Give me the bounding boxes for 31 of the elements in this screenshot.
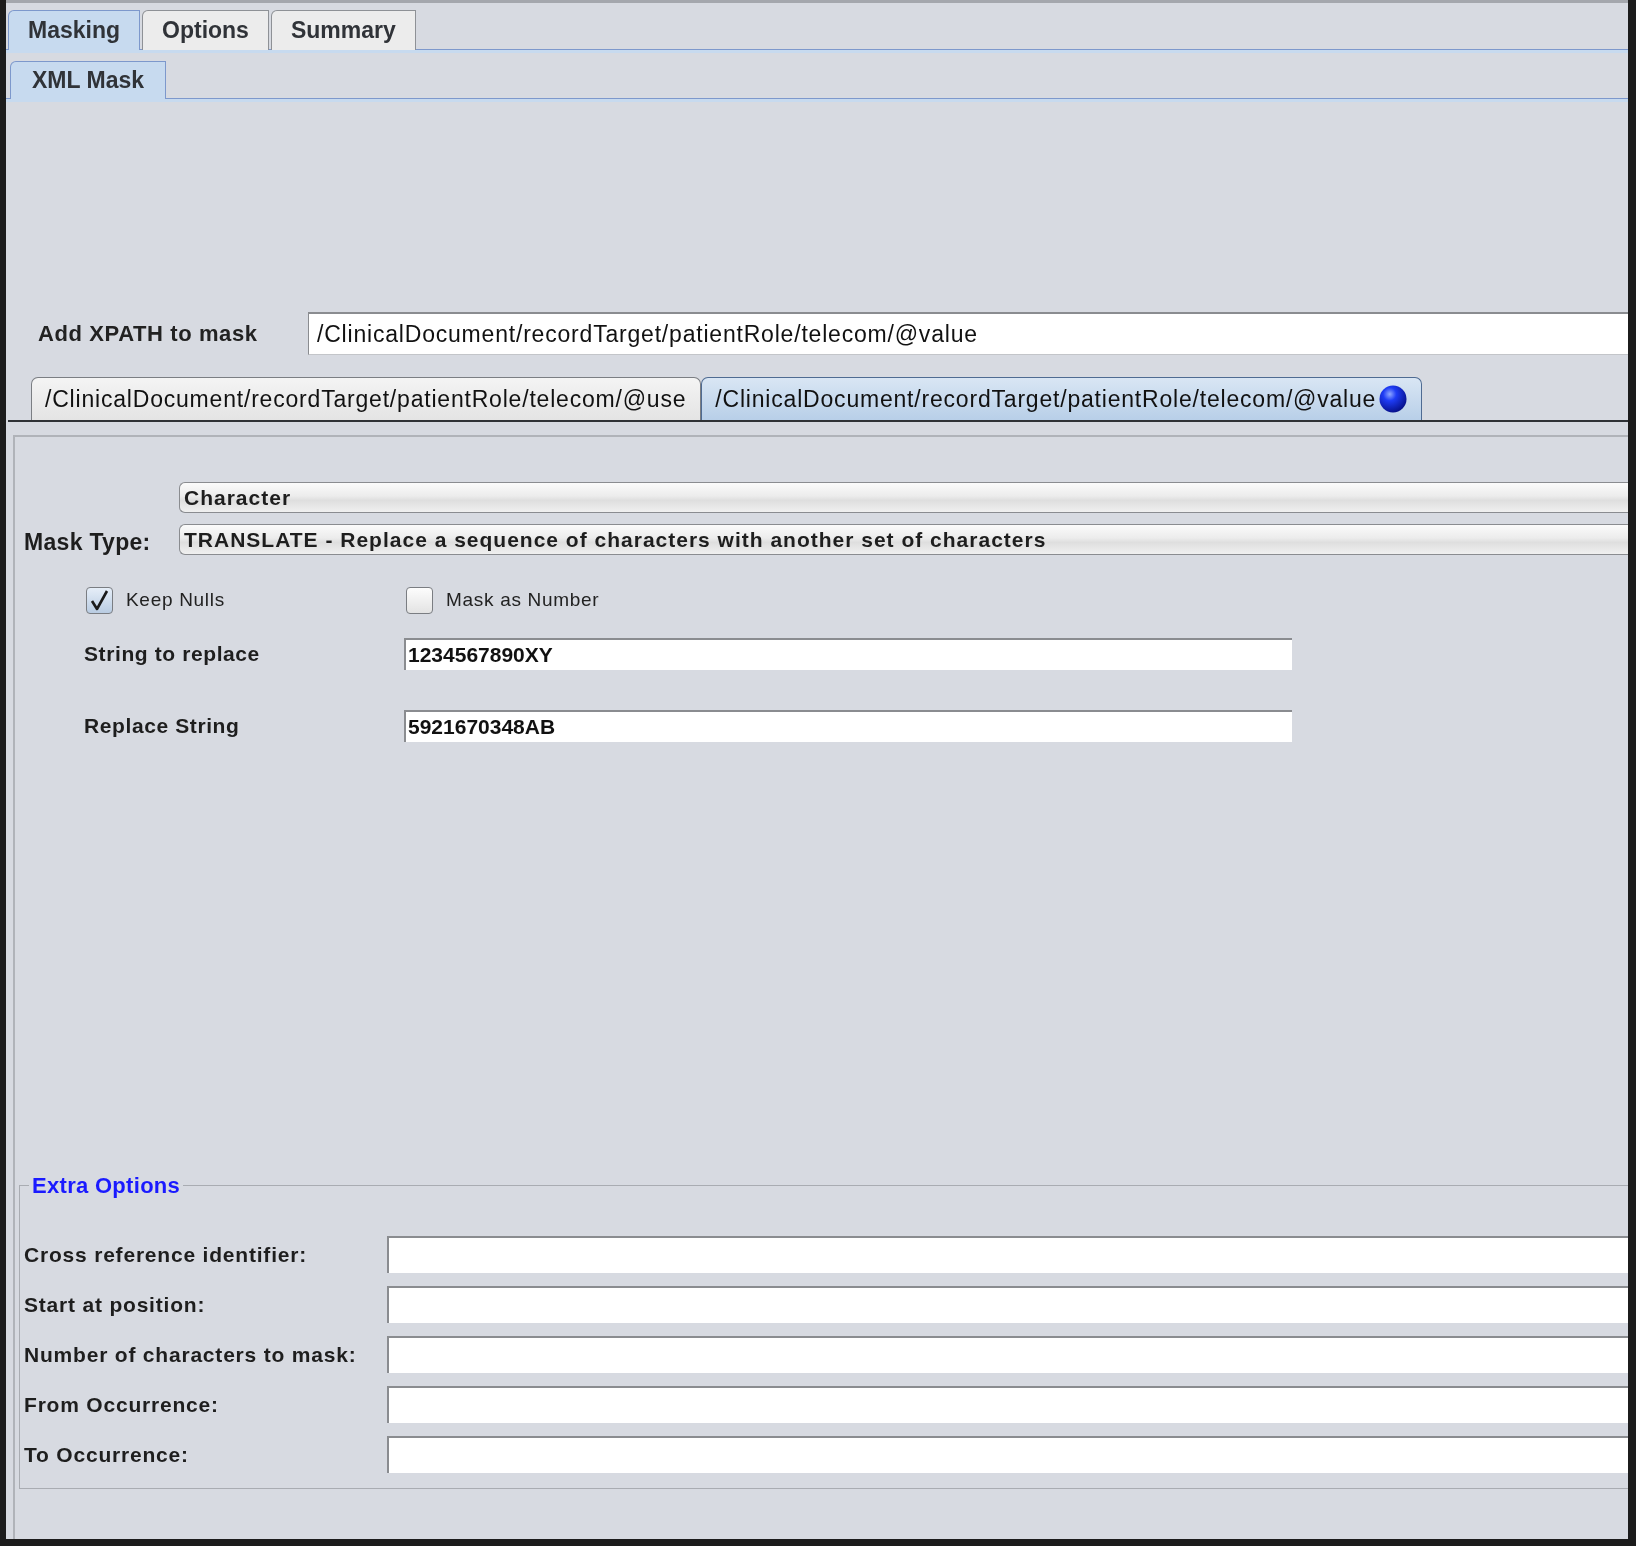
dropdown[interactable]: Character <box>179 482 1628 513</box>
tab[interactable]: Summary <box>270 10 416 50</box>
dropdown[interactable]: TRANSLATE - Replace a sequence of characters with another set of characters <box>179 524 1628 555</box>
checkbox[interactable] <box>86 586 113 614</box>
input-field[interactable]: 5921670348AB <box>404 709 1292 742</box>
field-label: String to replace <box>83 640 261 667</box>
field-label: From Occurrence: <box>24 1391 220 1418</box>
tab[interactable]: XML Mask <box>10 61 167 99</box>
tab[interactable]: Options <box>142 10 269 50</box>
field-label: Add XPATH to mask <box>37 320 259 348</box>
field-label: Replace String <box>83 712 241 739</box>
checkmark-icon <box>90 589 109 611</box>
field-label: Start at position: <box>24 1291 207 1318</box>
input-field[interactable] <box>387 1386 1628 1423</box>
tab[interactable]: /ClinicalDocument/recordTarget/patientRole/telecom/@use <box>31 377 702 420</box>
checkbox-label: Keep Nulls <box>126 588 225 612</box>
checkbox[interactable] <box>406 586 433 614</box>
tab[interactable]: /ClinicalDocument/recordTarget/patientRole/telecom/@value <box>701 377 1423 420</box>
input-field[interactable] <box>387 1436 1628 1473</box>
field-label: Mask Type: <box>23 529 152 555</box>
input-field[interactable]: /ClinicalDocument/recordTarget/patientRole/telecom/@value <box>308 312 1628 355</box>
tab[interactable]: Masking <box>8 10 141 50</box>
input-field[interactable] <box>387 1236 1628 1273</box>
input-field[interactable]: 1234567890XY <box>404 637 1292 670</box>
group-title: Extra Options <box>31 1172 182 1200</box>
checkbox-label: Mask as Number <box>446 588 600 612</box>
input-field[interactable] <box>387 1286 1628 1323</box>
field-label: To Occurrence: <box>24 1441 190 1468</box>
field-label: Cross reference identifier: <box>24 1241 309 1268</box>
field-label: Number of characters to mask: <box>24 1341 358 1368</box>
input-field[interactable] <box>387 1336 1628 1373</box>
